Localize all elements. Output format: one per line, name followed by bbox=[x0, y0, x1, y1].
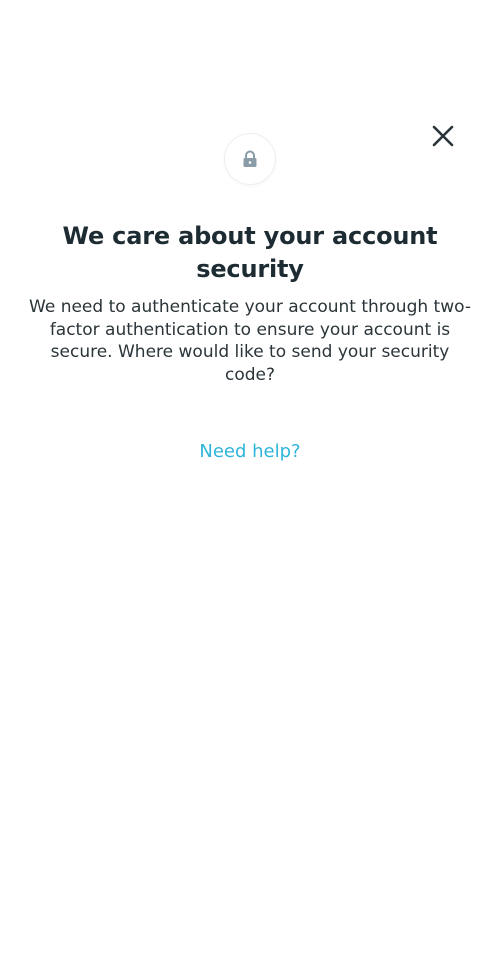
lock-badge bbox=[225, 134, 275, 184]
lock-icon bbox=[243, 150, 257, 167]
two-factor-screen: We care about your account security We n… bbox=[0, 0, 500, 971]
need-help-link[interactable]: Need help? bbox=[150, 440, 350, 464]
close-icon bbox=[432, 125, 454, 147]
close-button[interactable] bbox=[428, 121, 458, 151]
page-title: We care about your account security bbox=[62, 222, 438, 283]
description-text: We need to authenticate your account thr… bbox=[29, 297, 471, 385]
